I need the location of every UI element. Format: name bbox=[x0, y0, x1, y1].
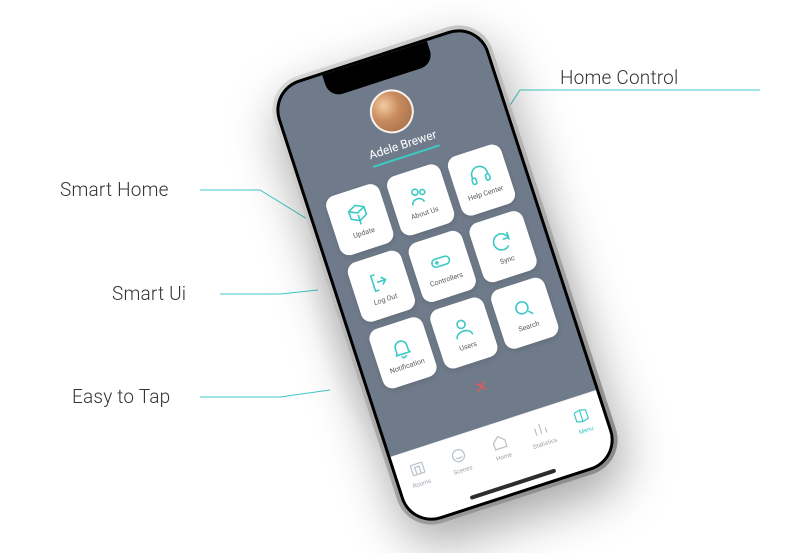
close-icon[interactable]: ✕ bbox=[472, 376, 491, 398]
tab-bar: Rooms Scenes Home bbox=[390, 390, 618, 525]
headset-icon bbox=[465, 160, 495, 190]
phone-screen: Adele Brewer Update bbox=[272, 25, 618, 525]
controller-icon bbox=[425, 246, 455, 276]
phone-notch bbox=[322, 41, 434, 98]
rooms-icon bbox=[406, 458, 429, 481]
tab-home[interactable]: Home bbox=[478, 428, 525, 467]
tile-sync[interactable]: Sync bbox=[467, 209, 539, 285]
tile-label: Log Out bbox=[373, 292, 398, 306]
home-indicator bbox=[470, 468, 557, 500]
tab-label: Scenes bbox=[453, 464, 474, 477]
bell-icon bbox=[386, 332, 416, 362]
logout-icon bbox=[365, 266, 395, 296]
tile-search[interactable]: Search bbox=[489, 275, 561, 351]
tile-log-out[interactable]: Log Out bbox=[345, 248, 417, 324]
tab-label: Rooms bbox=[412, 478, 432, 490]
menu-grid: Update About Us Help Center bbox=[324, 142, 561, 391]
phone-frame: Adele Brewer Update bbox=[263, 16, 627, 534]
tile-update[interactable]: Update bbox=[324, 182, 396, 258]
phone-mockup: Adele Brewer Update bbox=[263, 16, 627, 534]
stats-icon bbox=[529, 418, 552, 441]
home-icon bbox=[488, 431, 511, 454]
phone-bezel: Adele Brewer Update bbox=[268, 21, 622, 529]
menu-icon bbox=[570, 404, 593, 427]
tile-help-center[interactable]: Help Center bbox=[445, 142, 517, 218]
tile-label: Sync bbox=[499, 254, 515, 265]
tab-label: Home bbox=[495, 451, 513, 463]
tab-statistics[interactable]: Statistics bbox=[519, 414, 566, 453]
scenes-icon bbox=[447, 444, 470, 467]
avatar[interactable] bbox=[364, 84, 419, 139]
team-icon bbox=[404, 180, 434, 210]
callout-smart-ui: Smart Ui bbox=[112, 282, 186, 305]
callout-home-control: Home Control bbox=[560, 66, 679, 89]
tile-users[interactable]: Users bbox=[428, 295, 500, 371]
tile-controllers[interactable]: Controllers bbox=[406, 228, 478, 304]
callout-easy-to-tap: Easy to Tap bbox=[72, 385, 170, 408]
search-icon bbox=[508, 293, 538, 323]
tab-scenes[interactable]: Scenes bbox=[436, 441, 483, 480]
user-icon bbox=[447, 313, 477, 343]
sync-icon bbox=[486, 226, 516, 256]
callout-smart-home: Smart Home bbox=[60, 178, 169, 201]
tile-about-us[interactable]: About Us bbox=[384, 162, 456, 238]
tab-label: Menu bbox=[578, 425, 594, 436]
tab-rooms[interactable]: Rooms bbox=[395, 454, 442, 493]
tile-notification[interactable]: Notification bbox=[367, 315, 439, 391]
tile-label: Search bbox=[518, 320, 541, 333]
tile-label: Users bbox=[459, 340, 478, 352]
tile-label: Update bbox=[352, 226, 375, 240]
tab-menu[interactable]: Menu bbox=[560, 401, 607, 440]
cube-icon bbox=[343, 199, 373, 229]
